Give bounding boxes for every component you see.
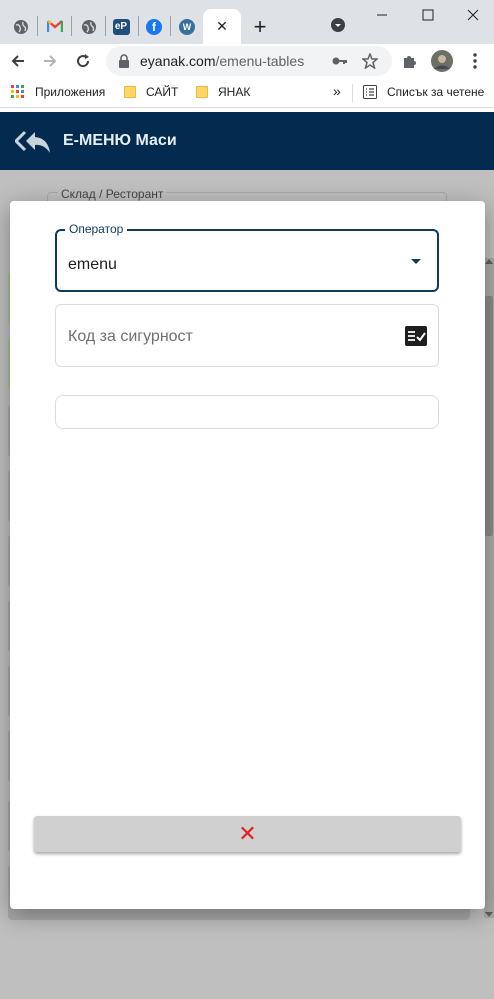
tab-search-button[interactable] xyxy=(326,14,350,36)
key-icon[interactable] xyxy=(332,55,348,67)
checklist-icon xyxy=(405,326,427,346)
globe-icon xyxy=(82,19,96,34)
reading-list-button[interactable]: Списък за четене xyxy=(363,85,484,99)
operator-value: emenu xyxy=(68,256,117,273)
page-scrollbar-thumb[interactable] xyxy=(485,296,493,536)
minimize-button[interactable] xyxy=(370,4,394,26)
star-icon[interactable] xyxy=(362,53,378,69)
facebook-icon: f xyxy=(146,18,162,35)
tab-separator xyxy=(71,16,72,36)
browser-toolbar: eyanak.com/emenu-tables xyxy=(0,44,494,78)
menu-button[interactable] xyxy=(463,49,487,73)
tab-wordpress[interactable]: W xyxy=(172,9,202,44)
reply-all-back-icon[interactable] xyxy=(15,130,51,154)
address-url: eyanak.com/emenu-tables xyxy=(140,53,305,69)
tab-ep[interactable]: eP xyxy=(106,9,136,44)
lock-icon xyxy=(119,54,129,68)
store-legend: Склад / Ресторант xyxy=(58,187,167,201)
reload-button[interactable] xyxy=(71,49,95,73)
close-icon: ✕ xyxy=(238,821,257,846)
security-code-placeholder: Код за сигурност xyxy=(68,328,193,345)
plus-icon: + xyxy=(253,13,267,39)
message-field[interactable] xyxy=(55,395,439,429)
bookmark-site[interactable]: САЙТ xyxy=(124,85,178,99)
kebab-menu-icon xyxy=(473,53,477,69)
gmail-icon xyxy=(47,20,63,32)
tab-search-icon xyxy=(331,18,345,32)
back-button[interactable] xyxy=(6,49,30,73)
minimize-icon xyxy=(377,14,387,16)
page-title: Е-МЕНЮ Маси xyxy=(63,132,177,149)
scroll-up-icon[interactable] xyxy=(485,258,493,264)
forward-button[interactable] xyxy=(38,49,62,73)
app-header: Е-МЕНЮ Маси xyxy=(0,112,494,170)
extensions-button[interactable] xyxy=(398,49,422,73)
bookmark-apps-label: Приложения xyxy=(35,85,106,99)
folder-icon xyxy=(196,86,208,98)
puzzle-icon xyxy=(404,56,416,68)
bookmark-site-label: САЙТ xyxy=(146,85,179,99)
ep-icon: eP xyxy=(112,18,130,35)
security-code-field[interactable]: Код за сигурност xyxy=(55,304,439,367)
bookmarks-overflow-button[interactable]: » xyxy=(333,83,341,99)
operator-login-dialog: Оператор emenu Код за сигурност ✕ xyxy=(10,201,485,909)
folder-icon xyxy=(124,86,136,98)
close-dialog-button[interactable]: ✕ xyxy=(34,816,461,852)
arrow-left-icon xyxy=(11,55,24,67)
browser-tab-strip: eP f W ✕ + xyxy=(0,0,494,44)
bookmark-apps[interactable]: Приложения xyxy=(11,85,105,99)
reload-icon xyxy=(77,54,90,68)
address-bar[interactable]: eyanak.com/emenu-tables xyxy=(106,46,392,76)
scroll-down-icon[interactable] xyxy=(485,912,493,918)
bookmark-yanak[interactable]: ЯНАК xyxy=(196,85,250,99)
operator-select[interactable]: Оператор emenu xyxy=(55,222,439,292)
reading-list-label: Списък за четене xyxy=(387,85,485,99)
tab-globe-1[interactable] xyxy=(6,9,36,44)
bookmarks-divider xyxy=(352,84,353,102)
arrow-right-icon xyxy=(44,55,57,67)
new-tab-button[interactable]: + xyxy=(245,9,275,44)
operator-label: Оператор xyxy=(65,222,128,236)
tab-separator xyxy=(37,16,38,36)
close-tab-icon[interactable]: ✕ xyxy=(216,18,228,35)
wordpress-icon: W xyxy=(179,18,195,35)
maximize-icon xyxy=(422,9,434,21)
bookmark-yanak-label: ЯНАК xyxy=(218,85,251,99)
chevron-double-right-icon: » xyxy=(333,83,341,99)
tab-globe-2[interactable] xyxy=(74,9,104,44)
tab-facebook[interactable]: f xyxy=(139,9,169,44)
caret-down-icon xyxy=(411,259,421,264)
profile-button[interactable] xyxy=(430,49,454,73)
tab-gmail[interactable] xyxy=(40,9,70,44)
tab-active[interactable]: ✕ xyxy=(203,9,241,44)
apps-grid-icon xyxy=(11,85,24,98)
bookmarks-bar: Приложения САЙТ ЯНАК » Списък за четене xyxy=(0,78,494,108)
maximize-button[interactable] xyxy=(416,4,440,26)
reading-list-icon xyxy=(363,85,377,99)
tab-separator xyxy=(170,16,171,36)
close-window-button[interactable] xyxy=(461,4,485,26)
globe-icon xyxy=(14,19,28,34)
avatar xyxy=(431,50,453,72)
close-icon xyxy=(467,9,479,21)
